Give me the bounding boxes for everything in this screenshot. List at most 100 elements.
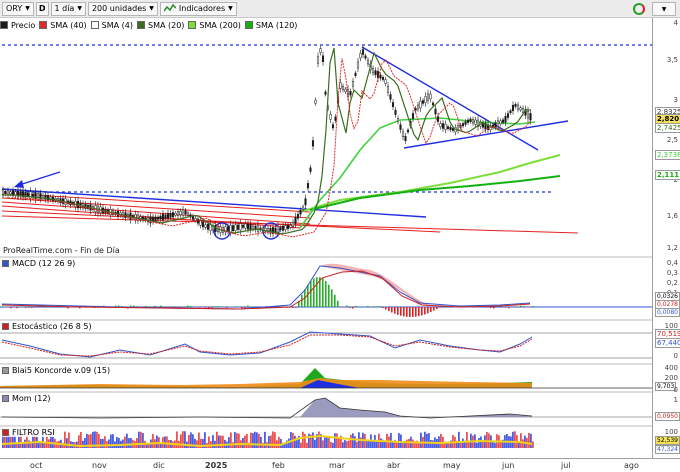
rsi-bar bbox=[270, 435, 272, 448]
rsi-bar bbox=[424, 431, 426, 448]
rsi-bar bbox=[338, 437, 340, 448]
macd-bar bbox=[25, 307, 27, 308]
rsi-bar bbox=[100, 438, 102, 448]
rsi-bar bbox=[304, 433, 306, 448]
candle bbox=[161, 213, 165, 221]
candle bbox=[229, 224, 232, 233]
candle bbox=[401, 131, 405, 138]
panel-swatch bbox=[2, 260, 9, 267]
stochastic-panel[interactable] bbox=[0, 331, 652, 359]
rsi-bar bbox=[478, 438, 480, 448]
prorealtime-window: ORY ▼ D 1 día ▼ 200 unidades ▼ Indicador… bbox=[0, 0, 680, 472]
candle bbox=[384, 79, 387, 84]
y-tick: 0,4 bbox=[666, 259, 678, 267]
rsi-bar bbox=[432, 440, 434, 448]
macd-bar bbox=[4, 306, 6, 307]
price-panel[interactable] bbox=[1, 44, 652, 240]
rsi-bar bbox=[314, 439, 316, 448]
momentum-label[interactable]: Mom (12) bbox=[2, 394, 51, 403]
y-tick: 3 bbox=[673, 96, 678, 104]
rsi-bar bbox=[278, 436, 280, 448]
candle bbox=[511, 104, 515, 112]
candle bbox=[296, 214, 300, 219]
candle bbox=[179, 210, 182, 216]
rsi-bar bbox=[108, 439, 110, 448]
rsi-bar bbox=[356, 441, 358, 448]
rsi-bar bbox=[460, 442, 462, 448]
triangle-upper-line[interactable] bbox=[361, 46, 539, 151]
rsi-bar bbox=[354, 436, 356, 448]
macd-bar bbox=[241, 307, 243, 309]
macd-bar bbox=[352, 307, 354, 309]
x-tick: abr bbox=[387, 461, 401, 470]
macd-bar bbox=[295, 307, 297, 308]
macd-panel[interactable] bbox=[0, 263, 652, 317]
rsi-bar bbox=[352, 433, 354, 448]
macd-label[interactable]: MACD (12 26 9) bbox=[2, 259, 76, 268]
macd-bar bbox=[391, 307, 393, 313]
candle bbox=[389, 94, 392, 100]
rsi-bar bbox=[252, 433, 254, 448]
candle bbox=[386, 85, 390, 93]
candle bbox=[371, 68, 375, 74]
macd-bar bbox=[379, 305, 381, 307]
dropdown-icon[interactable]: ▼ bbox=[652, 2, 676, 16]
rsi-bar bbox=[346, 441, 348, 448]
macd-bar bbox=[220, 307, 222, 308]
rsi-bar bbox=[196, 440, 198, 448]
macd-bar bbox=[376, 306, 378, 307]
macd-bar bbox=[508, 307, 510, 309]
candle bbox=[251, 225, 255, 230]
macd-bar bbox=[418, 307, 420, 317]
candle bbox=[421, 100, 425, 104]
candle bbox=[441, 123, 445, 129]
x-tick: ago bbox=[624, 461, 639, 470]
candle bbox=[226, 226, 230, 232]
candle bbox=[289, 224, 292, 228]
macd-bar bbox=[493, 307, 495, 309]
stochastic-label[interactable]: Estocástico (26 8 5) bbox=[2, 322, 92, 331]
candle bbox=[341, 86, 345, 90]
macd-bar bbox=[400, 307, 402, 316]
candle bbox=[164, 214, 167, 219]
candle bbox=[186, 212, 190, 216]
rsi-bar bbox=[56, 441, 58, 448]
candle bbox=[286, 224, 290, 230]
momentum-panel[interactable] bbox=[0, 397, 652, 419]
time-axis[interactable]: oct nov dic 2025 feb mar abr may jun jul… bbox=[0, 458, 680, 472]
koncorde-orange-area bbox=[0, 378, 532, 388]
macd-bar bbox=[439, 307, 441, 308]
sma120-line[interactable] bbox=[309, 175, 561, 211]
candle bbox=[176, 211, 180, 216]
rsi-bar bbox=[512, 431, 514, 448]
rsi-bar bbox=[334, 433, 336, 448]
rsi-bar bbox=[124, 436, 126, 448]
candle bbox=[529, 113, 532, 121]
candle bbox=[281, 225, 285, 231]
rsi-value-tag: 52,539 bbox=[655, 436, 680, 445]
macd-bar bbox=[31, 307, 33, 308]
rsi-label[interactable]: FILTRO RSI bbox=[2, 428, 55, 437]
rsi-bar bbox=[332, 442, 334, 448]
rsi-bar bbox=[312, 432, 314, 448]
candle bbox=[399, 124, 402, 130]
sma40-line[interactable] bbox=[2, 58, 531, 238]
candle bbox=[154, 216, 157, 221]
candle bbox=[464, 121, 467, 125]
candle bbox=[329, 114, 332, 120]
rsi-filter-panel[interactable] bbox=[1, 431, 534, 448]
chart-canvas[interactable] bbox=[0, 0, 652, 458]
macd-bar bbox=[514, 306, 516, 307]
macd-value-tag: 0,0080 bbox=[655, 308, 680, 317]
candle bbox=[171, 212, 175, 218]
rsi-bar bbox=[322, 440, 324, 448]
candle bbox=[169, 213, 172, 218]
candle bbox=[6, 190, 10, 195]
rsi-bar bbox=[528, 433, 530, 448]
price-axis[interactable]: 4 3,5 3 2,5 2 1,6 1,2 2,8325 2,820 2,742… bbox=[652, 18, 680, 458]
rsi-bar bbox=[398, 433, 400, 448]
y-tick: 0,3 bbox=[666, 269, 678, 277]
koncorde-label[interactable]: Blai5 Koncorde v.09 (15) bbox=[2, 366, 111, 375]
macd-bar bbox=[16, 307, 18, 309]
macd-bar bbox=[427, 307, 429, 314]
